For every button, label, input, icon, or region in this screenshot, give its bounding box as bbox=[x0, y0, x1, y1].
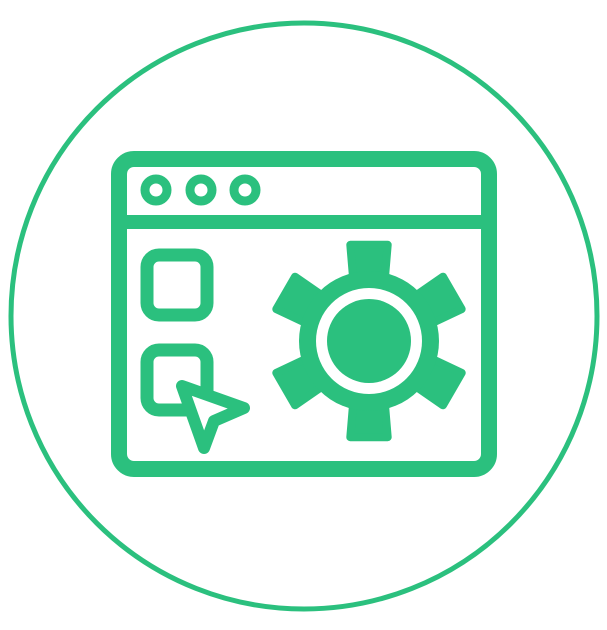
window-dot-2-icon bbox=[185, 174, 217, 206]
window-dot-3-icon bbox=[229, 174, 261, 206]
gear-icon bbox=[272, 240, 466, 442]
cursor-arrow-icon bbox=[176, 380, 250, 454]
window-dot-1-icon bbox=[140, 174, 172, 206]
checkbox-top-icon bbox=[140, 248, 214, 322]
icon-canvas bbox=[0, 0, 607, 630]
browser-settings-icon bbox=[8, 20, 600, 612]
gear-hub bbox=[327, 299, 411, 383]
